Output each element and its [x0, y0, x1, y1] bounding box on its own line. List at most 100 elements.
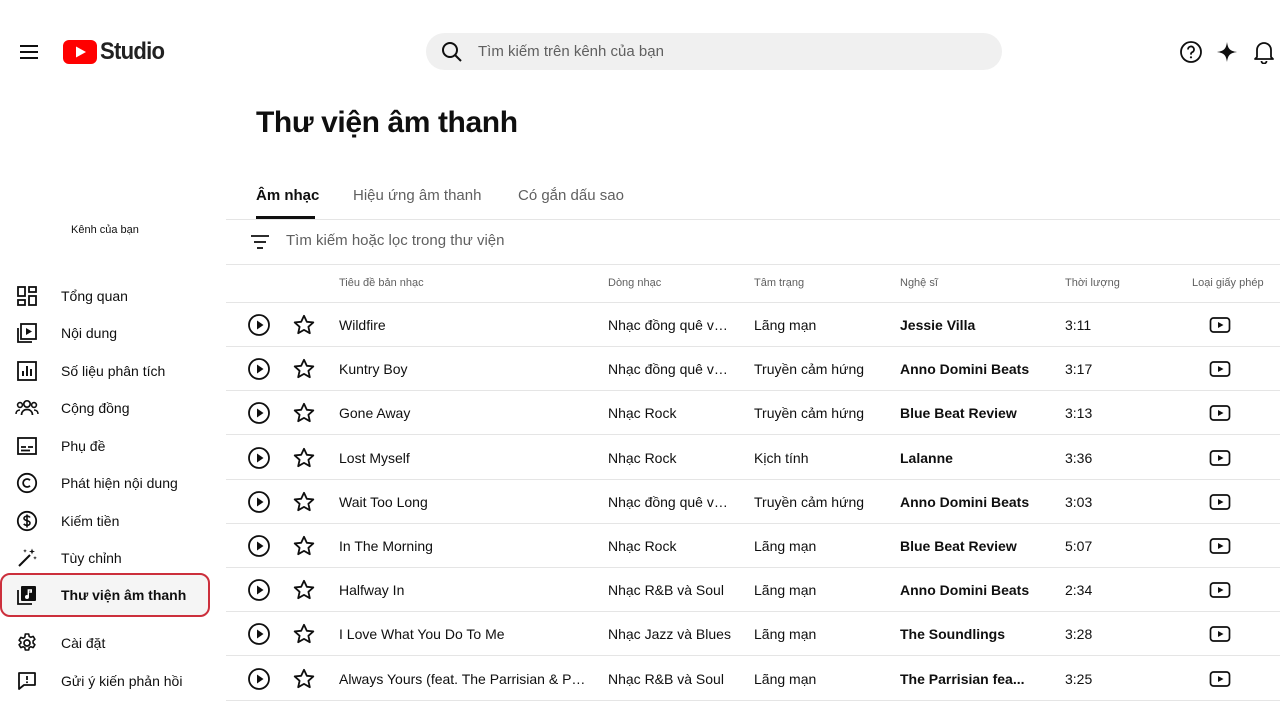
- youtube-license-icon: [1209, 402, 1231, 424]
- sidebar-item-label: Tùy chỉnh: [61, 550, 122, 566]
- play-icon[interactable]: [247, 357, 271, 381]
- youtube-logo-icon: [63, 40, 97, 64]
- track-artist[interactable]: Jessie Villa: [900, 317, 1050, 333]
- star-icon[interactable]: [292, 357, 316, 381]
- track-artist[interactable]: Anno Domini Beats: [900, 361, 1050, 377]
- track-mood: Lãng mạn: [754, 670, 817, 687]
- sidebar-item-label: Cộng đồng: [61, 400, 130, 416]
- dashboard-icon: [15, 284, 39, 308]
- play-icon[interactable]: [247, 622, 271, 646]
- star-icon[interactable]: [292, 622, 316, 646]
- column-header-duration[interactable]: Thời lượng: [1065, 277, 1120, 289]
- sidebar-item-analytics[interactable]: Số liệu phân tích: [0, 351, 210, 391]
- column-header-genre[interactable]: Dòng nhạc: [608, 277, 661, 289]
- sidebar-item-dashboard[interactable]: Tổng quan: [0, 276, 210, 316]
- filter-icon[interactable]: [248, 230, 272, 254]
- track-mood: Truyền cảm hứng: [754, 493, 865, 510]
- star-icon[interactable]: [292, 578, 316, 602]
- track-artist[interactable]: The Parrisian fea...: [900, 671, 1050, 687]
- track-mood: Lãng mạn: [754, 626, 817, 643]
- play-icon[interactable]: [247, 534, 271, 558]
- sidebar-item-label: Phát hiện nội dung: [61, 475, 178, 491]
- table-row[interactable]: Gone Away Nhạc Rock Truyền cảm hứng Blue Be…: [226, 391, 1280, 436]
- track-artist[interactable]: Anno Domini Beats: [900, 494, 1050, 510]
- play-icon[interactable]: [247, 490, 271, 514]
- copyright-icon: [15, 471, 39, 495]
- track-title: Halfway In: [339, 582, 405, 599]
- youtube-license-icon: [1209, 535, 1231, 557]
- track-duration: 3:28: [1065, 626, 1093, 643]
- sidebar-item-customization[interactable]: Tùy chỉnh: [0, 538, 210, 578]
- track-artist[interactable]: Blue Beat Review: [900, 405, 1050, 421]
- star-icon[interactable]: [292, 401, 316, 425]
- track-artist[interactable]: Lalanne: [900, 450, 1050, 466]
- column-header-license: Loại giấy phép: [1192, 277, 1264, 289]
- help-icon[interactable]: [1178, 39, 1204, 65]
- table-row[interactable]: Wildfire Nhạc đồng quê và... Lãng mạn Jessi…: [226, 303, 1280, 347]
- studio-logo-text: Studio: [100, 38, 165, 65]
- sidebar-item-subtitles[interactable]: Phụ đề: [0, 426, 210, 466]
- play-icon[interactable]: [247, 667, 271, 691]
- library-filter-input[interactable]: [286, 232, 886, 249]
- filter-divider: [226, 264, 1280, 265]
- play-icon[interactable]: [247, 578, 271, 602]
- table-row[interactable]: I Love What You Do To Me Nhạc Jazz và Blu…: [226, 612, 1280, 657]
- top-header: Studio: [0, 0, 1280, 100]
- sidebar-item-feedback[interactable]: Gửi ý kiến phản hồi: [0, 661, 210, 701]
- youtube-license-icon: [1209, 491, 1231, 513]
- table-row[interactable]: Halfway In Nhạc R&B và Soul Lãng mạn Anno D…: [226, 568, 1280, 613]
- track-title: Gone Away: [339, 405, 411, 422]
- track-title: Wait Too Long: [339, 493, 428, 510]
- youtube-license-icon: [1209, 668, 1231, 690]
- track-title: Wildfire: [339, 317, 386, 333]
- track-mood: Lãng mạn: [754, 317, 817, 333]
- sidebar-item-label: Kiếm tiền: [61, 513, 120, 529]
- track-mood: Truyền cảm hứng: [754, 361, 865, 378]
- subtitles-icon: [15, 434, 39, 458]
- track-artist[interactable]: Blue Beat Review: [900, 538, 1050, 554]
- star-icon[interactable]: [292, 446, 316, 470]
- play-icon[interactable]: [247, 446, 271, 470]
- sparkle-icon[interactable]: [1214, 39, 1240, 65]
- bell-icon[interactable]: [1251, 39, 1277, 65]
- star-icon[interactable]: [292, 313, 316, 337]
- menu-icon[interactable]: [14, 37, 44, 67]
- table-row[interactable]: In The Morning Nhạc Rock Lãng mạn Blue Beat…: [226, 524, 1280, 568]
- table-row[interactable]: Always Yours (feat. The Parrisian & Parr…: [226, 657, 1280, 701]
- table-row[interactable]: Kuntry Boy Nhạc đồng quê và... Truyền cảm …: [226, 347, 1280, 392]
- play-icon[interactable]: [247, 401, 271, 425]
- column-header-mood[interactable]: Tâm trạng: [754, 277, 804, 289]
- track-genre: Nhạc Rock: [608, 449, 677, 466]
- search-icon[interactable]: [440, 40, 464, 64]
- column-header-artist[interactable]: Nghệ sĩ: [900, 277, 938, 289]
- play-icon[interactable]: [247, 313, 271, 337]
- track-artist[interactable]: Anno Domini Beats: [900, 582, 1050, 598]
- table-row[interactable]: Wait Too Long Nhạc đồng quê và... Truyền c…: [226, 480, 1280, 524]
- sidebar-item-content[interactable]: Nội dung: [0, 313, 210, 353]
- track-mood: Lãng mạn: [754, 538, 817, 554]
- star-icon[interactable]: [292, 490, 316, 514]
- column-header-title[interactable]: Tiêu đề bản nhạc: [339, 277, 424, 289]
- star-icon[interactable]: [292, 534, 316, 558]
- table-row[interactable]: Lost Myself Nhạc Rock Kịch tính Lalanne 3:36: [226, 436, 1280, 480]
- studio-logo[interactable]: Studio: [63, 38, 170, 66]
- track-title: Lost Myself: [339, 449, 410, 466]
- sidebar-item-content-detection[interactable]: Phát hiện nội dung: [0, 463, 210, 503]
- track-mood: Truyền cảm hứng: [754, 405, 865, 422]
- sidebar-item-monetization[interactable]: Kiếm tiền: [0, 501, 210, 541]
- star-icon[interactable]: [292, 667, 316, 691]
- channel-search[interactable]: [426, 33, 1002, 70]
- track-duration: 3:03: [1065, 493, 1093, 510]
- sidebar-item-audio-library[interactable]: Thư viện âm thanh: [0, 573, 210, 617]
- sidebar-item-community[interactable]: Cộng đồng: [0, 388, 210, 428]
- track-genre: Nhạc đồng quê và...: [608, 493, 733, 510]
- sidebar-item-settings[interactable]: Cài đặt: [0, 623, 210, 663]
- search-input[interactable]: [478, 43, 958, 60]
- youtube-license-icon: [1209, 447, 1231, 469]
- sidebar-item-label: Phụ đề: [61, 438, 106, 454]
- sidebar-item-label: Thư viện âm thanh: [61, 587, 187, 603]
- filter-bar: [226, 220, 1280, 264]
- track-mood: Kịch tính: [754, 449, 809, 466]
- track-artist[interactable]: The Soundlings: [900, 626, 1050, 642]
- sidebar-item-label: Gửi ý kiến phản hồi: [61, 673, 183, 689]
